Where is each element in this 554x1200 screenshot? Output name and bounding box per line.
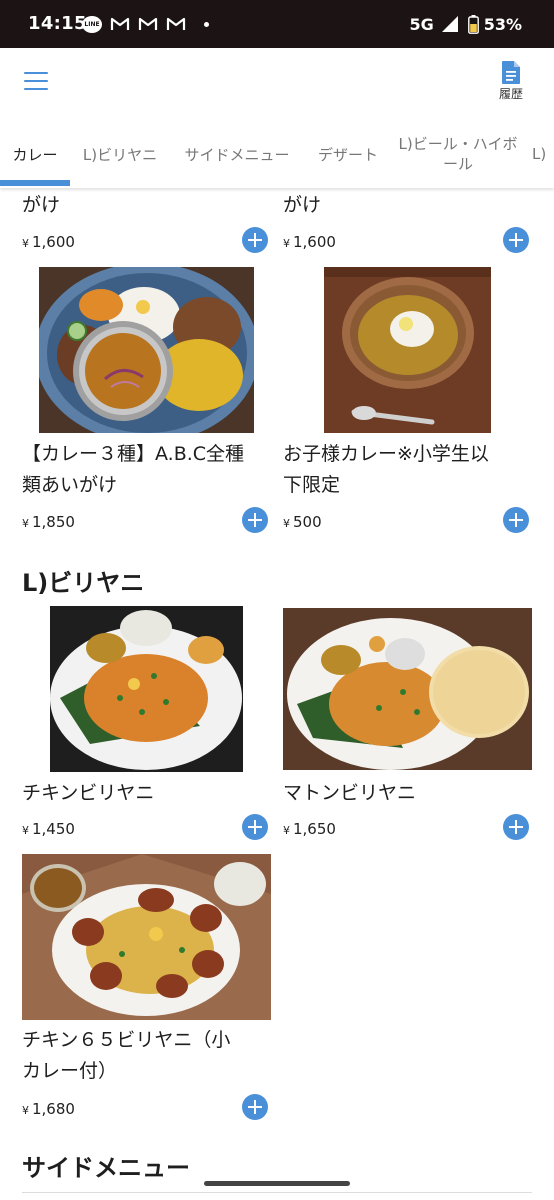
more-notifications-dot xyxy=(204,21,209,27)
item-price: ¥1,650 xyxy=(283,820,336,838)
document-icon xyxy=(502,61,520,84)
tab-next-partial[interactable]: L) xyxy=(532,120,554,188)
category-tabs: カレー L)ビリヤニ サイドメニュー デザート L)ビール・ハイボール L) xyxy=(0,120,554,188)
item-title: お子様カレー※小学生以 下限定 xyxy=(283,443,489,496)
item-price: ¥1,600 xyxy=(283,233,336,251)
tab-curry[interactable]: カレー xyxy=(0,120,70,188)
section-heading-biryani: L)ビリヤニ xyxy=(22,569,145,597)
active-tab-indicator xyxy=(0,180,70,186)
tab-dessert[interactable]: デザート xyxy=(306,120,390,188)
food-photo-chicken-biryani[interactable] xyxy=(50,606,243,772)
battery-icon xyxy=(467,14,479,34)
network-label: 5G xyxy=(409,14,434,34)
line-icon: LINE xyxy=(82,15,102,33)
home-indicator[interactable] xyxy=(204,1181,350,1186)
history-button[interactable]: 履歴 xyxy=(494,60,528,102)
gmail-icon xyxy=(138,17,158,30)
item-price: ¥1,850 xyxy=(22,513,75,531)
food-photo-chicken65-biryani[interactable] xyxy=(22,854,271,1020)
app-header: 履歴 xyxy=(0,48,554,120)
item-price: ¥1,600 xyxy=(22,233,75,251)
item-title: がけ xyxy=(283,194,322,216)
tab-beer-highball[interactable]: L)ビール・ハイボール xyxy=(396,120,520,188)
food-photo-kids-curry[interactable] xyxy=(324,267,491,433)
item-title: チキン６５ビリヤニ（小 カレー付） xyxy=(22,1029,231,1082)
signal-icon xyxy=(441,16,458,32)
status-bar: 14:15 LINE 5G 53% xyxy=(0,0,554,48)
item-title: マトンビリヤニ xyxy=(283,782,417,804)
add-to-cart-button[interactable] xyxy=(503,814,529,840)
add-to-cart-button[interactable] xyxy=(242,1094,268,1120)
item-title: チキンビリヤニ xyxy=(22,782,155,804)
section-heading-side-menu: サイドメニュー xyxy=(22,1154,190,1182)
add-to-cart-button[interactable] xyxy=(503,507,529,533)
item-price: ¥500 xyxy=(283,513,322,531)
battery-percent: 53% xyxy=(483,14,522,34)
hamburger-menu-icon[interactable] xyxy=(24,72,48,92)
status-time: 14:15 xyxy=(28,13,87,34)
item-price: ¥1,680 xyxy=(22,1100,75,1118)
item-title: 【カレー３種】A.B.C全種 類あいがけ xyxy=(22,443,245,496)
notification-icons: LINE xyxy=(82,12,209,36)
status-right: 5G 53% xyxy=(409,12,522,36)
tab-side-menu[interactable]: サイドメニュー xyxy=(174,120,300,188)
item-price: ¥1,450 xyxy=(22,820,75,838)
add-to-cart-button[interactable] xyxy=(242,814,268,840)
food-photo-mutton-biryani[interactable] xyxy=(283,608,532,770)
history-label: 履歴 xyxy=(498,87,523,101)
food-photo-curry-three-kinds[interactable] xyxy=(39,267,254,433)
add-to-cart-button[interactable] xyxy=(503,227,529,253)
tab-biryani[interactable]: L)ビリヤニ xyxy=(72,120,168,188)
item-title: がけ xyxy=(22,194,61,216)
gmail-icon xyxy=(110,17,130,30)
gmail-icon xyxy=(166,17,186,30)
section-divider xyxy=(22,1192,532,1193)
add-to-cart-button[interactable] xyxy=(242,507,268,533)
add-to-cart-button[interactable] xyxy=(242,227,268,253)
